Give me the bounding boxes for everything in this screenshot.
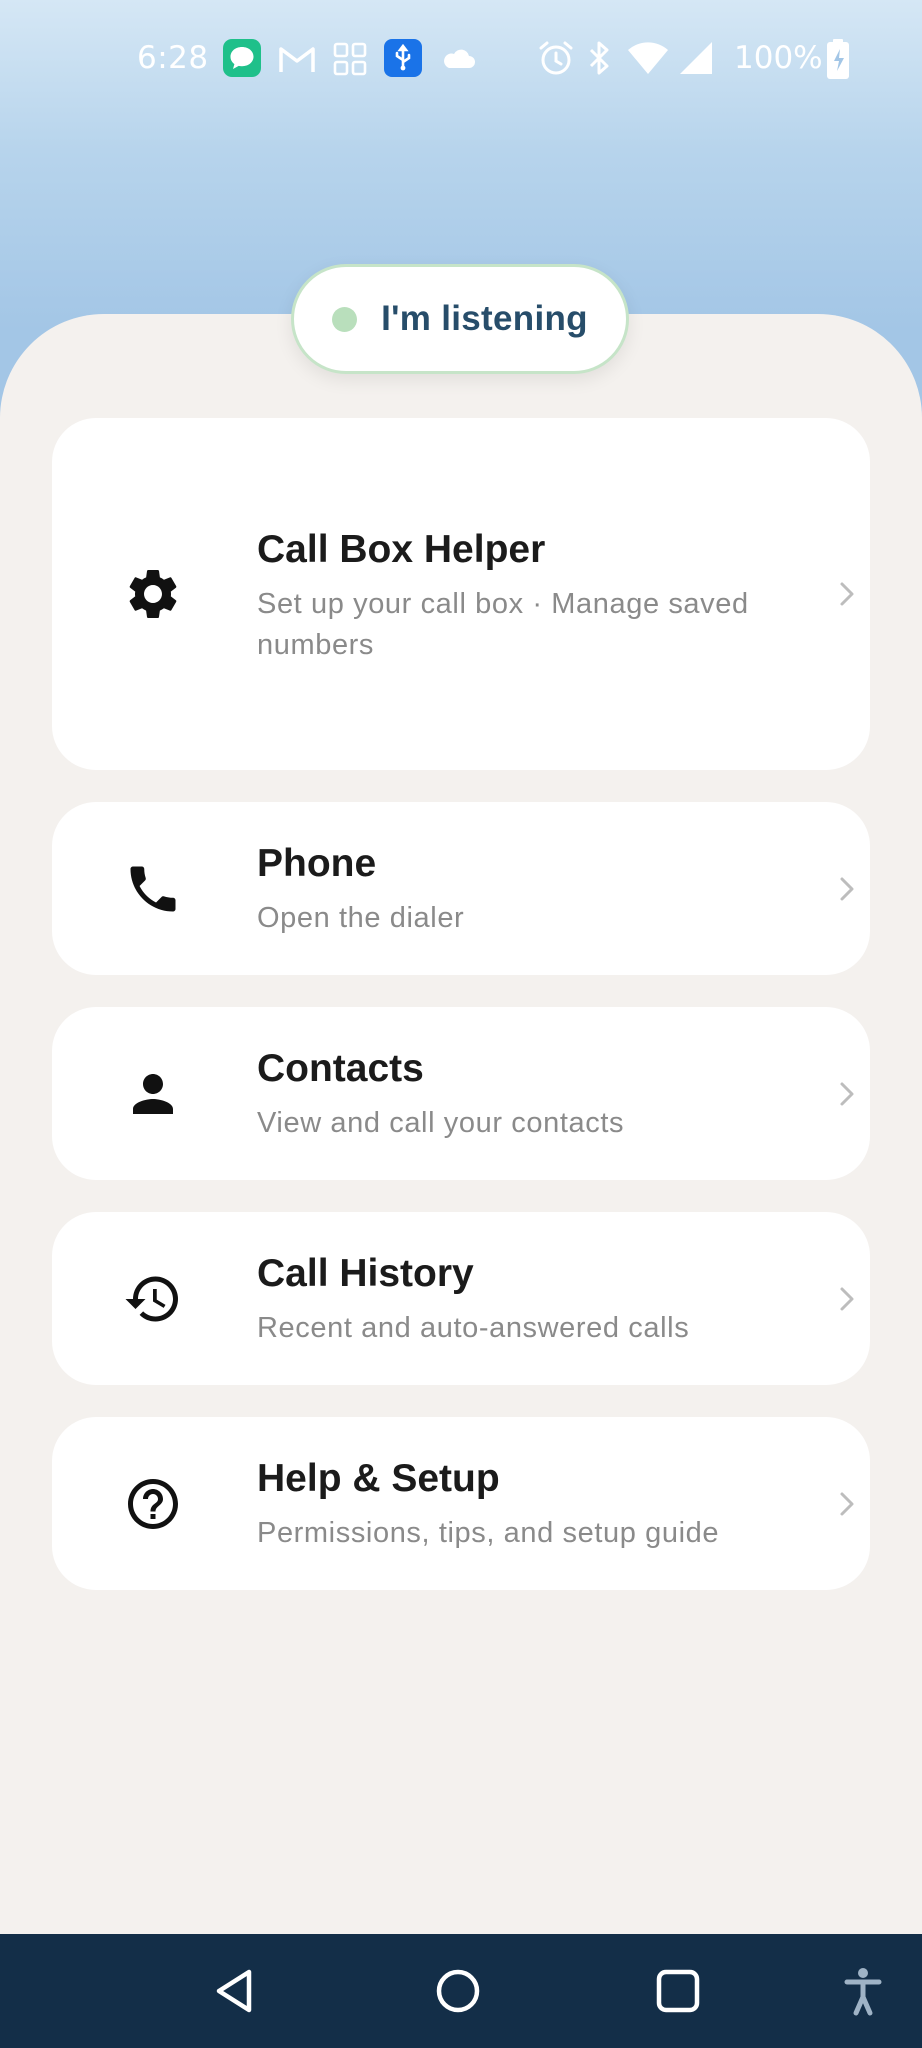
- card-title: Phone: [257, 842, 377, 885]
- card-subtitle: Open the dialer: [257, 902, 465, 934]
- menu-card-call-box-helper[interactable]: Call Box Helper Set up your call box · M…: [52, 418, 870, 770]
- signal-icon: [680, 42, 712, 74]
- home-icon[interactable]: [421, 1954, 495, 2028]
- status-time: 6:28: [137, 40, 209, 76]
- listening-status-pill[interactable]: I'm listening: [291, 264, 629, 374]
- chevron-right-icon: [840, 582, 854, 606]
- status-bar: 6:28 100%: [0, 0, 922, 120]
- gear-icon: [129, 570, 177, 618]
- card-subtitle: Recent and auto-answered calls: [257, 1312, 690, 1344]
- listening-label: I'm listening: [381, 299, 588, 338]
- menu-card-phone[interactable]: Phone Open the dialer: [52, 802, 870, 975]
- accessibility-icon[interactable]: [826, 1954, 900, 2028]
- gmail-icon: [279, 47, 315, 72]
- card-title: Call Box Helper: [257, 528, 546, 571]
- battery-percent: 100%: [734, 40, 823, 76]
- cloud-icon: [444, 49, 475, 68]
- recents-icon[interactable]: [641, 1954, 715, 2028]
- alarm-icon: [539, 41, 573, 75]
- navigation-bar: [0, 1934, 922, 2048]
- messages-icon: [223, 39, 261, 77]
- bluetooth-icon: [589, 41, 609, 75]
- wifi-icon: [628, 42, 668, 74]
- menu-card-contacts[interactable]: Contacts View and call your contacts: [52, 1007, 870, 1180]
- menu-card-help-setup[interactable]: Help & Setup Permissions, tips, and setu…: [52, 1417, 870, 1590]
- chevron-right-icon: [840, 877, 854, 901]
- card-subtitle: Set up your call box · Manage saved numb…: [257, 588, 749, 661]
- back-icon[interactable]: [200, 1954, 274, 2028]
- card-title: Help & Setup: [257, 1457, 500, 1500]
- help-icon: [128, 1479, 178, 1529]
- listening-dot: [332, 306, 358, 332]
- chevron-right-icon: [840, 1082, 854, 1106]
- usb-icon: [384, 39, 422, 77]
- card-subtitle: View and call your contacts: [257, 1107, 625, 1139]
- phone-icon: [130, 866, 176, 912]
- card-title: Contacts: [257, 1047, 424, 1090]
- chevron-right-icon: [840, 1287, 854, 1311]
- app-grid-icon: [333, 42, 367, 76]
- history-icon: [125, 1276, 178, 1322]
- menu-card-call-history[interactable]: Call History Recent and auto-answered ca…: [52, 1212, 870, 1385]
- person-icon: [133, 1074, 173, 1114]
- card-subtitle: Permissions, tips, and setup guide: [257, 1517, 720, 1549]
- battery-charging-icon: [827, 39, 849, 79]
- chevron-right-icon: [840, 1492, 854, 1516]
- card-title: Call History: [257, 1252, 474, 1295]
